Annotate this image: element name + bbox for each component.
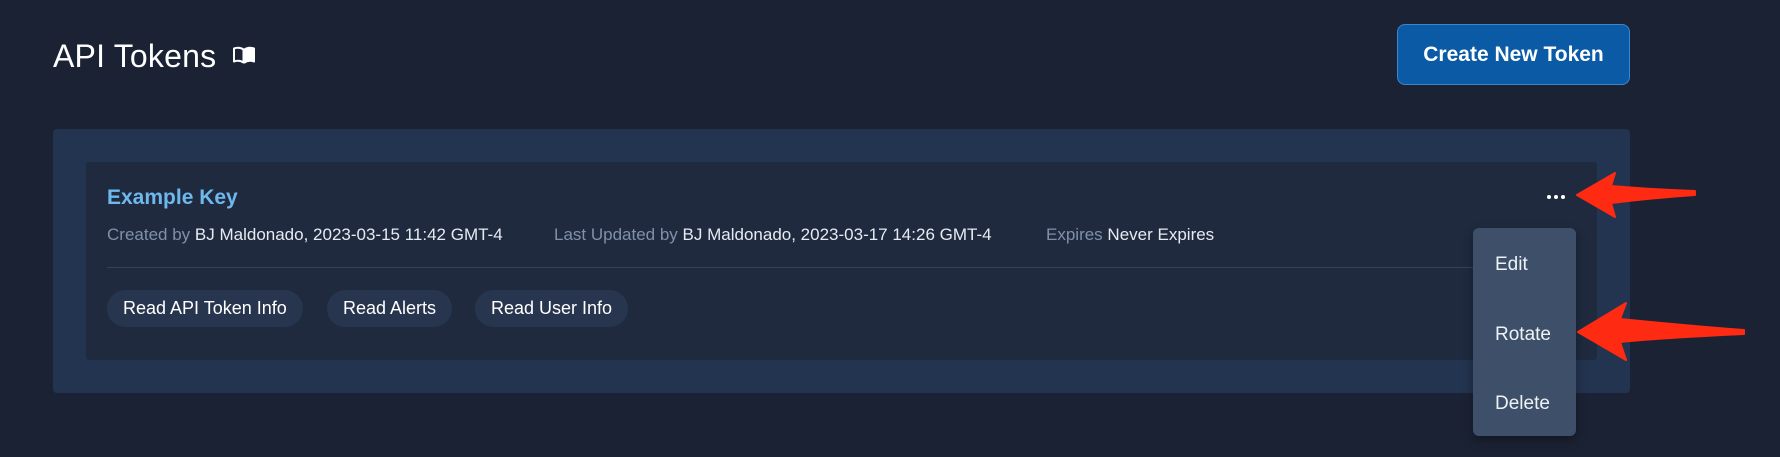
created-by-label: Created by xyxy=(107,225,191,244)
expires-label: Expires xyxy=(1046,225,1103,244)
token-name-link[interactable]: Example Key xyxy=(107,184,238,212)
book-icon-graphic xyxy=(233,46,255,64)
api-tokens-page: API Tokens Create New Token Example Key … xyxy=(0,0,1780,457)
more-dot xyxy=(1561,195,1565,199)
expires-value: Never Expires xyxy=(1107,225,1215,244)
menu-item-delete[interactable]: Delete xyxy=(1473,379,1576,429)
book-icon[interactable] xyxy=(233,46,255,64)
token-actions-menu: Edit Rotate Delete xyxy=(1473,228,1576,436)
scope-tag: Read Alerts xyxy=(327,290,453,327)
created-by-meta: Created by BJ Maldonado, 2023-03-15 11:4… xyxy=(107,225,503,245)
more-dot xyxy=(1554,195,1558,199)
token-actions-more-icon[interactable] xyxy=(1542,186,1570,208)
scope-tag: Read User Info xyxy=(475,290,629,327)
last-updated-label: Last Updated by xyxy=(554,225,678,244)
last-updated-meta: Last Updated by BJ Maldonado, 2023-03-17… xyxy=(554,225,992,245)
scope-tag: Read API Token Info xyxy=(107,290,303,327)
create-new-token-button[interactable]: Create New Token xyxy=(1397,24,1630,85)
last-updated-value: BJ Maldonado, 2023-03-17 14:26 GMT-4 xyxy=(682,225,992,244)
token-card xyxy=(86,162,1597,360)
created-by-value: BJ Maldonado, 2023-03-15 11:42 GMT-4 xyxy=(194,225,503,244)
menu-item-edit[interactable]: Edit xyxy=(1473,240,1576,290)
more-dot xyxy=(1547,195,1551,199)
menu-item-rotate[interactable]: Rotate xyxy=(1473,310,1576,360)
card-divider xyxy=(107,267,1475,268)
expires-meta: Expires Never Expires xyxy=(1046,225,1214,245)
page-title: API Tokens xyxy=(53,38,217,74)
